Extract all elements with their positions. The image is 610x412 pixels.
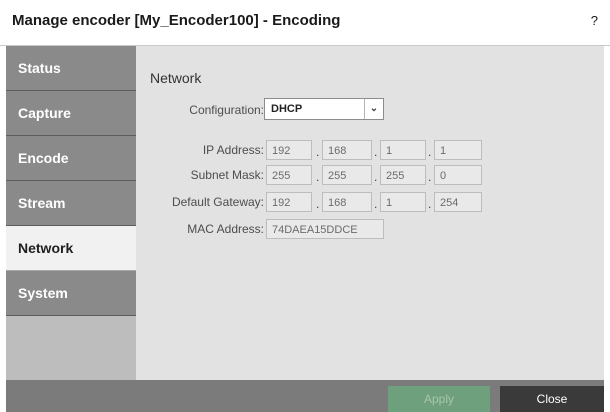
chevron-down-icon[interactable]: ⌄: [364, 99, 383, 119]
dot-separator: .: [428, 170, 432, 184]
subnet-octet-4[interactable]: 0: [434, 165, 482, 185]
sidebar-item-encode[interactable]: Encode: [6, 136, 136, 181]
title-bar: Manage encoder [My_Encoder100] - Encodin…: [0, 0, 610, 46]
dot-separator: .: [374, 145, 378, 159]
footer-bar: Apply Close: [6, 380, 604, 412]
mac-address-field[interactable]: 74DAEA15DDCE: [266, 219, 384, 239]
gateway-octet-3[interactable]: 1: [380, 192, 426, 212]
subnet-octet-3[interactable]: 255: [380, 165, 426, 185]
close-button[interactable]: Close: [500, 386, 604, 412]
dot-separator: .: [428, 197, 432, 211]
window-title: Manage encoder [My_Encoder100] - Encodin…: [12, 12, 341, 29]
sidebar-item-label: Stream: [18, 195, 66, 211]
dot-separator: .: [316, 170, 320, 184]
dot-separator: .: [374, 197, 378, 211]
ip-octet-4[interactable]: 1: [434, 140, 482, 160]
section-heading: Network: [150, 70, 202, 86]
configuration-value: DHCP: [271, 103, 303, 115]
sidebar-item-label: Status: [18, 60, 61, 76]
configuration-select[interactable]: DHCP ⌄: [264, 98, 384, 120]
apply-button[interactable]: Apply: [388, 386, 490, 412]
dot-separator: .: [374, 170, 378, 184]
gateway-octet-4[interactable]: 254: [434, 192, 482, 212]
ip-address-label: IP Address:: [202, 143, 264, 157]
gateway-octet-1[interactable]: 192: [266, 192, 312, 212]
ip-octet-1[interactable]: 192: [266, 140, 312, 160]
ip-octet-2[interactable]: 168: [322, 140, 372, 160]
dialog-body: Status Capture Encode Stream Network Sys…: [6, 46, 604, 412]
sidebar-item-system[interactable]: System: [6, 271, 136, 316]
mac-address-label: MAC Address:: [187, 222, 264, 236]
sidebar-item-status[interactable]: Status: [6, 46, 136, 91]
sidebar-item-network[interactable]: Network: [6, 226, 136, 271]
sidebar-item-label: System: [18, 285, 68, 301]
subnet-octet-2[interactable]: 255: [322, 165, 372, 185]
sidebar-item-label: Network: [18, 240, 74, 256]
help-icon[interactable]: ?: [591, 13, 598, 28]
sidebar: Status Capture Encode Stream Network Sys…: [6, 46, 136, 380]
sidebar-item-label: Encode: [18, 150, 69, 166]
sidebar-item-capture[interactable]: Capture: [6, 91, 136, 136]
sidebar-item-stream[interactable]: Stream: [6, 181, 136, 226]
subnet-mask-label: Subnet Mask:: [190, 168, 264, 182]
dot-separator: .: [316, 197, 320, 211]
network-panel: Network Configuration: DHCP ⌄ IP Address…: [136, 46, 604, 380]
subnet-octet-1[interactable]: 255: [266, 165, 312, 185]
gateway-octet-2[interactable]: 168: [322, 192, 372, 212]
sidebar-item-label: Capture: [18, 105, 71, 121]
default-gateway-label: Default Gateway:: [171, 195, 264, 209]
dot-separator: .: [316, 145, 320, 159]
dot-separator: .: [428, 145, 432, 159]
ip-octet-3[interactable]: 1: [380, 140, 426, 160]
configuration-label: Configuration:: [189, 103, 264, 117]
